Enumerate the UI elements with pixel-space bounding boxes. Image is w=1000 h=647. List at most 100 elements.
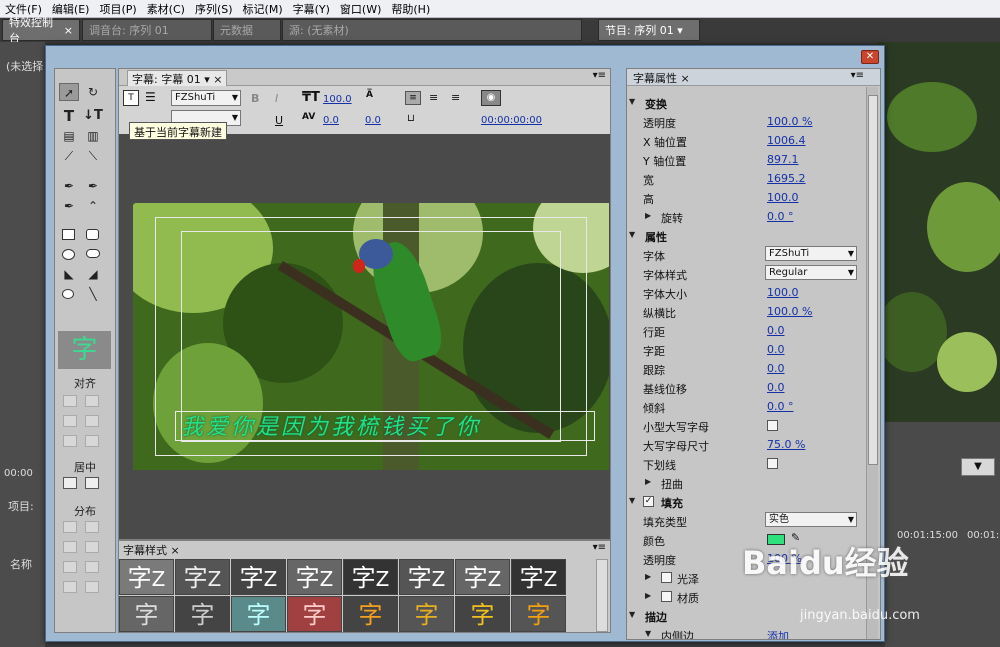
section-transform[interactable]: ▼ 变换 <box>627 93 867 112</box>
align-hcenter-icon[interactable] <box>63 415 77 427</box>
font-size-value[interactable]: 100.0 <box>323 94 352 105</box>
style-swatch-12[interactable]: 字 <box>287 596 342 632</box>
close-icon[interactable]: × <box>64 24 73 37</box>
style-swatch-9[interactable]: 字 <box>119 596 174 632</box>
add-anchor-tool-icon[interactable]: ✒ <box>59 197 79 215</box>
vertical-path-type-tool-icon[interactable]: ⟍ <box>83 147 103 165</box>
expanded-triangle-icon[interactable]: ▼ <box>629 610 635 619</box>
name-column-header[interactable]: 名称 <box>10 556 32 572</box>
italic-button[interactable]: I <box>275 92 278 105</box>
collapsed-triangle-icon[interactable]: ▶ <box>645 591 651 600</box>
align-right-text-icon[interactable]: ≡ <box>451 91 460 104</box>
prop-value[interactable]: 1006.4 <box>767 134 806 147</box>
scrollbar-thumb[interactable] <box>868 95 878 465</box>
bold-button[interactable]: B <box>251 92 259 105</box>
path-type-tool-icon[interactable]: ⟋ <box>59 147 79 165</box>
sheen-checkbox[interactable] <box>661 572 672 583</box>
prop-value[interactable]: 0.0 ° <box>767 400 794 413</box>
vertical-type-tool-icon[interactable]: ↓T <box>83 107 103 125</box>
prop-distort[interactable]: ▶ 扭曲 <box>627 473 867 492</box>
distribute-icon-6[interactable] <box>85 561 99 573</box>
chevron-down-icon[interactable]: ▾ <box>204 73 210 86</box>
prop-value[interactable]: 1695.2 <box>767 172 806 185</box>
menu-sequence[interactable]: 序列(S) <box>190 1 238 17</box>
leading-value[interactable]: 0.0 <box>365 115 381 126</box>
panel-menu-icon[interactable]: ▾≡ <box>593 542 606 553</box>
prop-value[interactable]: 0.0 ° <box>767 210 794 223</box>
background-timecode[interactable]: 00:00:00:00 <box>481 115 542 126</box>
prop-inner-stroke[interactable]: ▼ 内侧边 添加 <box>627 625 867 639</box>
play-dropdown-button[interactable]: ▼ <box>961 458 995 476</box>
area-type-tool-icon[interactable]: ▤ <box>59 127 79 145</box>
align-vcenter-icon[interactable] <box>85 415 99 427</box>
new-title-based-on-current-icon[interactable]: T <box>123 90 139 106</box>
convert-anchor-tool-icon[interactable]: ⌃ <box>83 197 103 215</box>
close-button[interactable]: ✕ <box>861 50 879 64</box>
properties-tab[interactable]: 字幕属性 × <box>633 70 690 86</box>
chevron-down-icon[interactable]: ▾ <box>677 24 683 37</box>
add-link[interactable]: 添加 <box>767 628 789 639</box>
style-swatch-7[interactable]: 字Z <box>455 559 510 595</box>
prop-value[interactable]: 75.0 % <box>767 438 805 451</box>
tab-program[interactable]: 节目: 序列 01 ▾ <box>598 19 700 41</box>
underline-checkbox[interactable] <box>767 458 778 469</box>
vertical-area-type-tool-icon[interactable]: ▥ <box>83 127 103 145</box>
style-swatch-15[interactable]: 字 <box>455 596 510 632</box>
expanded-triangle-icon[interactable]: ▼ <box>629 496 635 505</box>
type-tool-icon[interactable]: T <box>59 107 79 125</box>
distribute-icon-2[interactable] <box>85 521 99 533</box>
style-swatch-13[interactable]: 字 <box>343 596 398 632</box>
style-swatch-4[interactable]: 字Z <box>287 559 342 595</box>
menu-marker[interactable]: 标记(M) <box>238 1 288 17</box>
ellipse-tool-icon[interactable] <box>62 249 75 260</box>
style-swatch-10[interactable]: 字 <box>175 596 230 632</box>
align-top-icon[interactable] <box>85 395 99 407</box>
distribute-icon-7[interactable] <box>63 581 77 593</box>
font-select[interactable]: FZShuTi <box>765 246 857 261</box>
style-swatch-1[interactable]: 字Z <box>119 559 174 595</box>
prop-value[interactable]: 100.0 <box>767 191 799 204</box>
fill-type-select[interactable]: 实色 <box>765 512 857 527</box>
clipped-rectangle-tool-icon[interactable] <box>86 249 100 258</box>
style-swatch-14[interactable]: 字 <box>399 596 454 632</box>
title-text[interactable]: 我爱你是因为我梳钱买了你 <box>181 409 481 441</box>
menu-title[interactable]: 字幕(Y) <box>288 1 335 17</box>
distribute-icon-1[interactable] <box>63 521 77 533</box>
collapsed-triangle-icon[interactable]: ▶ <box>645 572 651 581</box>
expanded-triangle-icon[interactable]: ▼ <box>645 629 651 638</box>
prop-rotation[interactable]: ▶ 旋转 0.0 ° <box>627 207 867 226</box>
kerning-value[interactable]: 0.0 <box>323 115 339 126</box>
distribute-icon-8[interactable] <box>85 581 99 593</box>
prop-texture[interactable]: ▶ 材质 <box>627 587 867 606</box>
styles-scrollbar[interactable] <box>596 559 608 632</box>
style-swatch-16[interactable]: 字 <box>511 596 566 632</box>
style-swatch-3[interactable]: 字Z <box>231 559 286 595</box>
rounded-rectangle-tool-icon[interactable] <box>86 229 99 240</box>
prop-value[interactable]: 100.0 % <box>767 115 812 128</box>
collapsed-triangle-icon[interactable]: ▶ <box>645 211 651 220</box>
section-attributes[interactable]: ▼ 属性 <box>627 226 867 245</box>
menu-help[interactable]: 帮助(H) <box>386 1 435 17</box>
close-icon[interactable]: × <box>171 544 180 557</box>
prop-value[interactable]: 0.0 <box>767 381 785 394</box>
rotation-tool-icon[interactable]: ↻ <box>83 83 103 101</box>
distribute-icon-4[interactable] <box>85 541 99 553</box>
expanded-triangle-icon[interactable]: ▼ <box>629 97 635 106</box>
center-horizontal-icon[interactable] <box>63 477 77 489</box>
align-center-text-icon[interactable]: ≡ <box>429 91 438 104</box>
style-swatch-11[interactable]: 字 <box>231 596 286 632</box>
rectangle-tool-icon[interactable] <box>62 229 75 240</box>
style-swatch-8[interactable]: 字Z <box>511 559 566 595</box>
roll-crawl-options-icon[interactable]: ☰ <box>145 90 156 104</box>
distribute-icon-5[interactable] <box>63 561 77 573</box>
font-family-select[interactable]: FZShuTi <box>171 90 241 106</box>
tab-effect-controls[interactable]: 特效控制台 × <box>2 16 80 45</box>
prop-value[interactable]: 0.0 <box>767 362 785 375</box>
distribute-icon-3[interactable] <box>63 541 77 553</box>
close-icon[interactable]: × <box>213 73 222 86</box>
styles-tab[interactable]: 字幕样式 × <box>123 542 180 558</box>
menu-clip[interactable]: 素材(C) <box>142 1 190 17</box>
style-swatch-2[interactable]: 字Z <box>175 559 230 595</box>
prop-value[interactable]: 0.0 <box>767 324 785 337</box>
tab-stops-icon[interactable]: ⊔ <box>407 113 415 124</box>
